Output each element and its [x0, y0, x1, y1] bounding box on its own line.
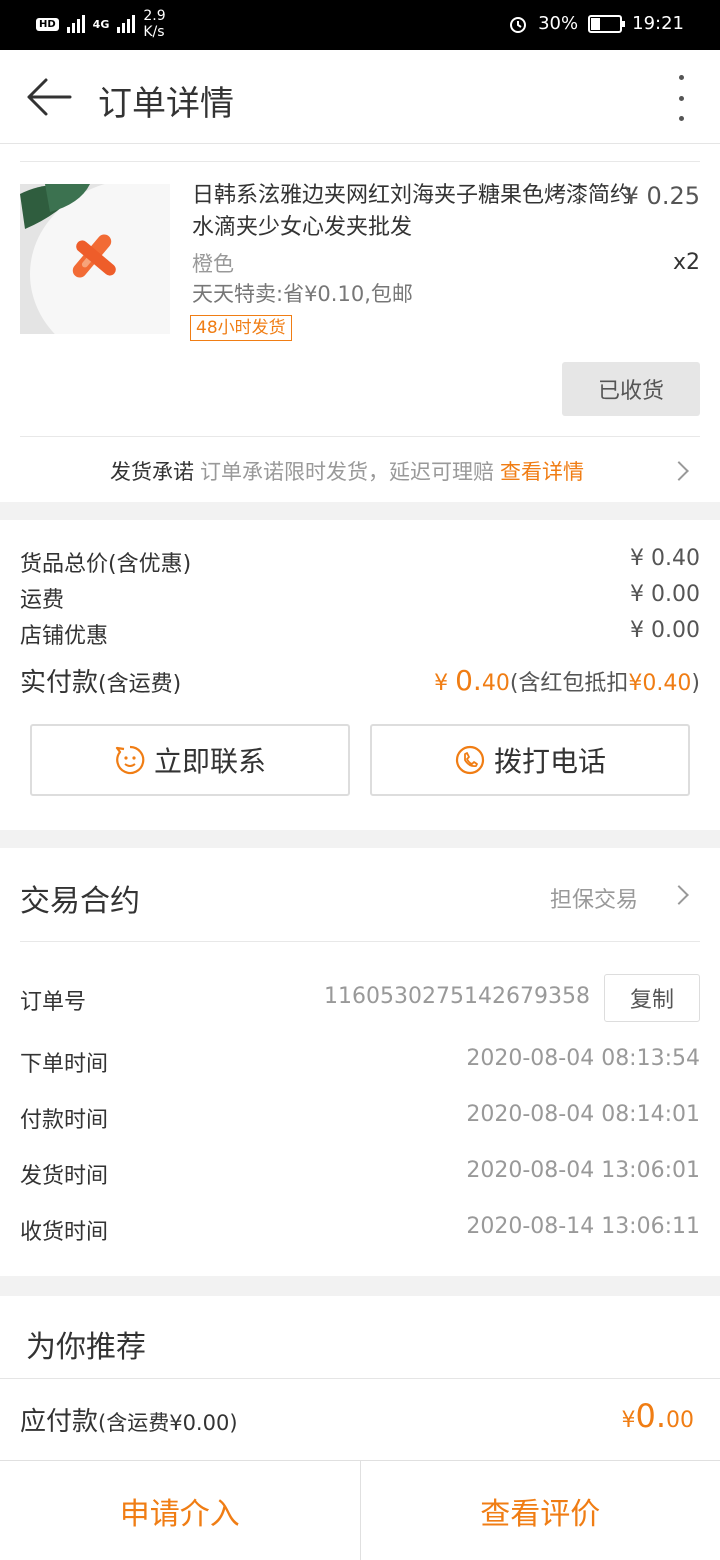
- clock: 19:21: [632, 13, 684, 34]
- chevron-right-icon: [669, 461, 689, 481]
- payable-dec: 00: [666, 1408, 694, 1433]
- payable-int: 0.: [635, 1397, 666, 1435]
- paid-amount: ¥ 0.40(含红包抵扣¥0.40): [434, 664, 700, 697]
- call-label: 拨打电话: [493, 745, 606, 778]
- contract-type[interactable]: 担保交易: [550, 882, 638, 914]
- payable-label-main: 应付款: [20, 1407, 99, 1437]
- more-vertical-icon[interactable]: [676, 75, 686, 121]
- product-card: 日韩系泫雅边夹网红刘海夹子糖果色烤漆简约水滴夹少女心发夹批发 ¥ 0.25 橙色…: [0, 144, 720, 502]
- net-speed-value: 2.9: [143, 8, 166, 24]
- signal-icon: [66, 15, 85, 33]
- signal-icon-2: [117, 15, 136, 33]
- battery-percent: 30%: [538, 13, 579, 34]
- product-quantity: x2: [672, 250, 700, 275]
- paid-label-main: 实付款: [20, 668, 99, 698]
- paid-note-post: ): [691, 671, 700, 696]
- shipping-promise[interactable]: 发货承诺 订单承诺限时发货，延迟可理赔 查看详情: [110, 456, 584, 486]
- paid-note-amount: ¥0.40: [628, 671, 692, 696]
- payable-bar: 应付款(含运费¥0.00) ¥0.00: [0, 1378, 720, 1460]
- phone-icon: [455, 745, 485, 775]
- paid-label: 实付款(含运费): [20, 662, 181, 699]
- recommend-title: 为你推荐: [26, 1330, 146, 1365]
- back-arrow-icon[interactable]: [26, 77, 72, 117]
- contact-seller-label: 立即联系: [153, 745, 266, 778]
- alarm-icon: [510, 16, 527, 33]
- product-image[interactable]: [20, 184, 170, 334]
- order-info: 交易合约 担保交易 订单号 1160530275142679358 复制 下单时…: [0, 848, 720, 1276]
- promise-text: 订单承诺限时发货，延迟可理赔: [200, 460, 494, 484]
- product-price: ¥ 0.25: [623, 182, 700, 210]
- divider: [20, 941, 700, 942]
- order-no-label: 订单号: [20, 990, 87, 1015]
- network-type: 4G: [92, 17, 110, 31]
- receive-time-value: 2020-08-14 13:06:11: [466, 1214, 700, 1239]
- product-name[interactable]: 日韩系泫雅边夹网红刘海夹子糖果色烤漆简约水滴夹少女心发夹批发: [192, 180, 632, 244]
- product-promo: 天天特卖:省¥0.10,包邮: [192, 282, 413, 306]
- call-button[interactable]: 拨打电话: [370, 724, 690, 796]
- divider: [20, 436, 700, 437]
- payable-label: 应付款(含运费¥0.00): [20, 1401, 238, 1438]
- page-title: 订单详情: [98, 84, 234, 124]
- bottom-action-bar: 申请介入 查看评价: [0, 1460, 720, 1560]
- app-header: 订单详情: [0, 50, 720, 144]
- hd-badge: HD: [36, 17, 59, 31]
- paid-label-note: (含运费): [98, 672, 182, 697]
- receive-time-label: 收货时间: [20, 1220, 109, 1245]
- contact-seller-button[interactable]: 立即联系: [30, 724, 350, 796]
- smile-chat-icon: [115, 745, 145, 775]
- battery-icon: [588, 14, 626, 33]
- product-spec: 橙色: [192, 252, 234, 276]
- summary-label-discount: 店铺优惠: [20, 624, 109, 649]
- summary-value-discount: ¥ 0.00: [630, 618, 700, 643]
- divider: [20, 161, 700, 162]
- status-bar: HD 4G 2.9 K/s 30% 19:21: [0, 0, 720, 50]
- paid-note-pre: (含红包抵扣: [509, 671, 629, 696]
- promise-key: 发货承诺: [110, 460, 194, 484]
- payable-amount: ¥0.00: [621, 1397, 694, 1435]
- copy-button[interactable]: 复制: [604, 974, 700, 1022]
- ship-time-label: 发货时间: [20, 1164, 109, 1189]
- price-summary: 货品总价(含优惠) ¥ 0.40 运费 ¥ 0.00 店铺优惠 ¥ 0.00 实…: [0, 520, 720, 830]
- summary-label-goods: 货品总价(含优惠): [20, 552, 192, 577]
- order-time-label: 下单时间: [20, 1052, 109, 1077]
- payable-note: (含运费¥0.00): [98, 1411, 238, 1435]
- order-time-value: 2020-08-04 08:13:54: [466, 1046, 700, 1071]
- summary-value-shipping: ¥ 0.00: [630, 582, 700, 607]
- promise-link[interactable]: 查看详情: [500, 460, 584, 484]
- apply-intervention-button[interactable]: 申请介入: [0, 1461, 360, 1560]
- net-speed-unit: K/s: [143, 24, 165, 40]
- ship-time-value: 2020-08-04 13:06:01: [466, 1158, 700, 1183]
- net-speed: 2.9 K/s: [143, 8, 165, 40]
- chevron-right-icon[interactable]: [669, 885, 689, 905]
- view-review-button[interactable]: 查看评价: [359, 1461, 720, 1560]
- payable-symbol: ¥: [621, 1408, 636, 1433]
- contract-title: 交易合约: [20, 884, 140, 919]
- received-button[interactable]: 已收货: [562, 362, 700, 416]
- recommend-section: 为你推荐: [0, 1296, 720, 1378]
- paid-dec: 40: [481, 671, 510, 696]
- pay-time-value: 2020-08-04 08:14:01: [466, 1102, 700, 1127]
- paid-symbol: ¥: [434, 671, 456, 696]
- summary-label-shipping: 运费: [20, 588, 65, 613]
- order-no-value: 1160530275142679358: [324, 984, 590, 1009]
- paid-int: 0.: [455, 664, 482, 697]
- pay-time-label: 付款时间: [20, 1108, 109, 1133]
- summary-value-goods: ¥ 0.40: [630, 546, 700, 571]
- shipping-tag: 48小时发货: [190, 315, 292, 341]
